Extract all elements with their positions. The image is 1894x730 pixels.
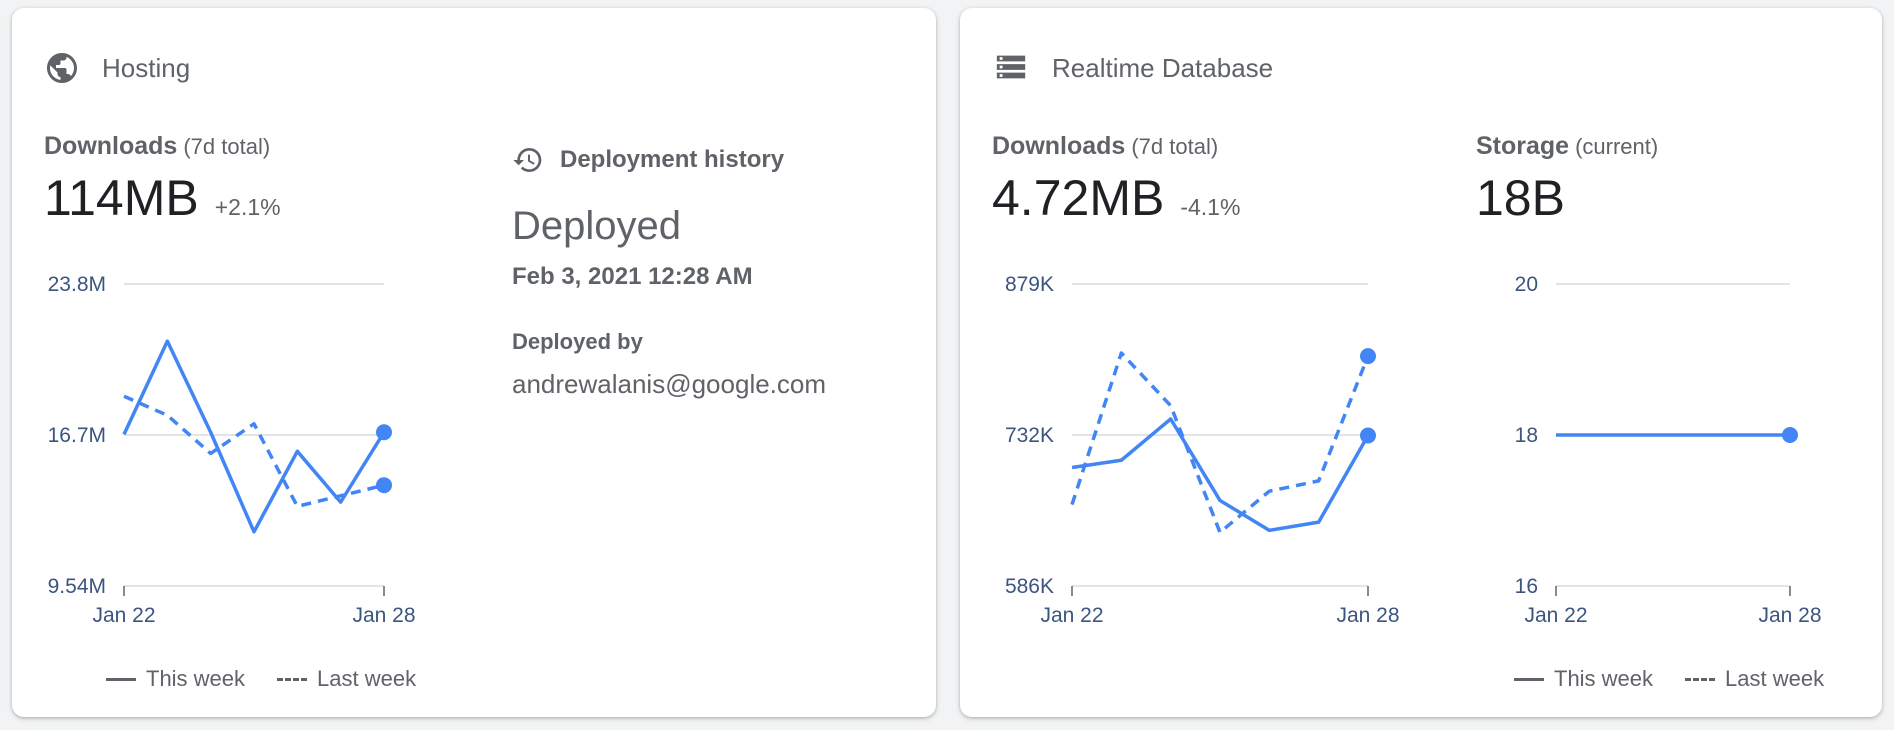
x-tick-label: Jan 28 bbox=[352, 604, 415, 627]
legend-label: This week bbox=[1554, 666, 1654, 691]
x-tick-label: Jan 28 bbox=[1758, 604, 1821, 627]
hosting-card: Hosting Downloads (7d total) 114MB +2.1% … bbox=[12, 8, 936, 717]
hosting-legend: This week Last week bbox=[106, 666, 448, 692]
legend-last-week[interactable]: Last week bbox=[1685, 666, 1824, 692]
rtdb-legend: This week Last week bbox=[1514, 666, 1856, 692]
history-icon bbox=[512, 144, 544, 176]
y-tick-label: 16.7M bbox=[48, 424, 106, 447]
legend-label: This week bbox=[146, 666, 246, 691]
legend-this-week[interactable]: This week bbox=[106, 666, 245, 692]
legend-last-week[interactable]: Last week bbox=[277, 666, 416, 692]
y-tick-label: 16 bbox=[1515, 575, 1538, 598]
y-tick-label: 9.54M bbox=[48, 575, 106, 598]
series-end-point bbox=[376, 424, 392, 441]
deployed-by-email: andrewalanis@google.com bbox=[512, 369, 827, 399]
dashed-line-swatch bbox=[1685, 677, 1716, 681]
x-tick-label: Jan 22 bbox=[92, 604, 155, 627]
series-line-last-week bbox=[123, 394, 385, 509]
x-tick-label: Jan 22 bbox=[1524, 604, 1587, 627]
y-tick-label: 23.8M bbox=[48, 273, 106, 296]
solid-line-swatch bbox=[1514, 677, 1544, 681]
deployment-history-header[interactable]: Deployment history bbox=[512, 144, 826, 176]
deployment-status: Deployed bbox=[512, 204, 682, 248]
dashed-line-swatch bbox=[277, 677, 308, 681]
series-line-this-week bbox=[122, 339, 386, 534]
deployment-date: Feb 3, 2021 12:28 AM bbox=[512, 263, 753, 290]
deployment-history: Deployment history Deployed Feb 3, 2021 … bbox=[512, 144, 826, 400]
legend-label: Last week bbox=[317, 666, 417, 691]
y-tick-label: 20 bbox=[1515, 273, 1538, 296]
series-end-point bbox=[1782, 427, 1798, 443]
legend-this-week[interactable]: This week bbox=[1514, 666, 1653, 692]
deployed-by-label: Deployed by bbox=[512, 329, 643, 354]
realtime-database-card: Realtime Database Downloads (7d total) 4.… bbox=[960, 8, 1882, 717]
y-tick-label: 18 bbox=[1515, 424, 1538, 447]
series-end-point bbox=[376, 477, 392, 494]
legend-label: Last week bbox=[1725, 666, 1825, 691]
deployment-history-title: Deployment history bbox=[560, 146, 785, 173]
rtdb-storage-chart-svg: 16 18 20 Jan 22 Jan 28 bbox=[1515, 273, 1822, 627]
solid-line-swatch bbox=[106, 677, 136, 681]
